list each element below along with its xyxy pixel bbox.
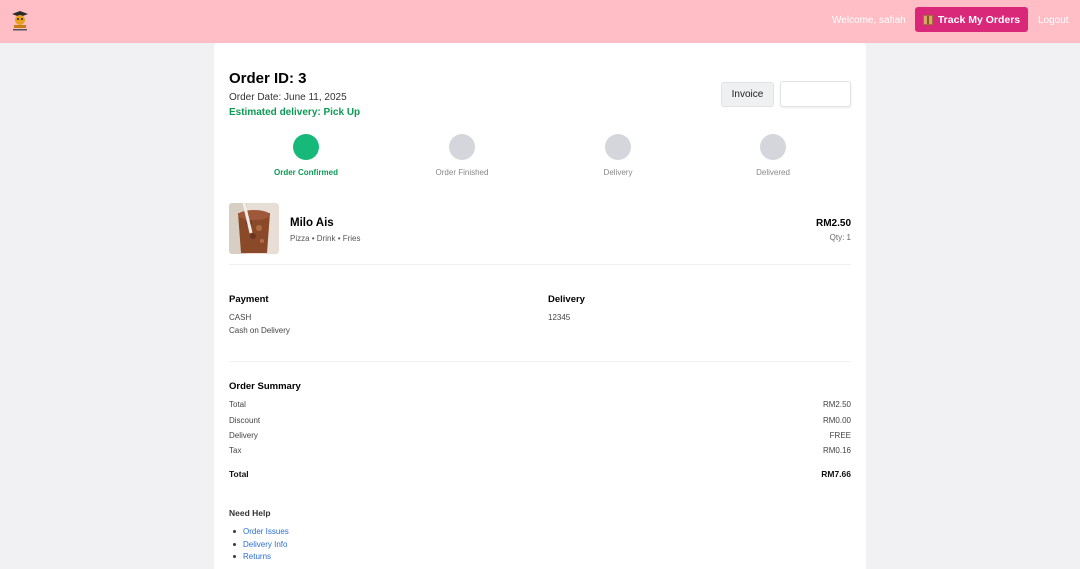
bullet-icon (233, 542, 236, 546)
step-dot-delivered (760, 134, 786, 160)
summary-value: RM0.00 (822, 416, 851, 425)
summary-value: FREE (829, 431, 851, 440)
logout-link[interactable]: Logout (1038, 15, 1069, 26)
summary-label: Delivery (229, 431, 258, 440)
payment-heading: Payment (229, 294, 269, 305)
help-link-returns[interactable]: Returns (233, 550, 289, 563)
step-label-order-finished: Order Finished (435, 168, 489, 177)
secondary-action-button[interactable] (780, 81, 851, 107)
order-detail-card (214, 43, 866, 569)
product-image (229, 203, 279, 254)
box-icon (922, 14, 933, 25)
step-label-order-confirmed: Order Confirmed (273, 168, 338, 177)
need-help-heading: Need Help (229, 508, 271, 518)
help-links-list: Order Issues Delivery Info Returns (233, 525, 289, 563)
top-nav-bar: Welcome, safiah Track My Orders Logout (0, 0, 1080, 43)
divider (229, 361, 851, 362)
summary-value: RM2.50 (822, 400, 851, 409)
help-link-order-issues[interactable]: Order Issues (233, 525, 289, 538)
invoice-button[interactable]: Invoice (721, 82, 774, 107)
estimated-delivery: Estimated delivery: Pick Up (229, 107, 361, 118)
track-my-orders-label: Track My Orders (937, 13, 1021, 26)
summary-label: Tax (229, 446, 242, 455)
order-id-title: Order ID: 3 (229, 70, 307, 87)
payment-detail: Cash on Delivery (229, 326, 290, 335)
bullet-icon (233, 529, 236, 533)
step-label-delivered: Delivered (756, 168, 790, 177)
welcome-text: Welcome, safiah (832, 15, 906, 26)
grand-total-value: RM7.66 (821, 469, 851, 479)
track-my-orders-button[interactable]: Track My Orders (915, 7, 1028, 32)
payment-method: CASH (229, 313, 252, 322)
summary-row-delivery: Delivery FREE (229, 431, 851, 440)
summary-row-discount: Discount RM0.00 (229, 416, 851, 425)
summary-label: Total (229, 400, 246, 409)
item-name: Milo Ais (290, 217, 334, 229)
help-link-label: Returns (243, 552, 272, 562)
order-summary-heading: Order Summary (229, 381, 301, 392)
delivery-value: 12345 (548, 313, 571, 322)
delivery-heading: Delivery (548, 294, 585, 305)
summary-row-total: Total RM2.50 (229, 400, 851, 409)
help-link-delivery-info[interactable]: Delivery Info (233, 538, 289, 551)
summary-row-tax: Tax RM0.16 (229, 446, 851, 455)
step-dot-delivery (605, 134, 631, 160)
help-link-label: Order Issues (243, 526, 289, 536)
item-price: RM2.50 (815, 218, 851, 229)
item-qty: Qty: 1 (829, 233, 851, 242)
step-dot-order-finished (449, 134, 475, 160)
summary-value: RM0.16 (822, 446, 851, 455)
step-dot-order-confirmed (293, 134, 319, 160)
summary-label: Discount (229, 416, 261, 425)
bullet-icon (233, 555, 236, 559)
item-tags: Pizza • Drink • Fries (290, 234, 361, 243)
summary-row-grand-total: Total RM7.66 (229, 469, 851, 479)
grand-total-label: Total (229, 469, 249, 479)
order-date: Order Date: June 11, 2025 (229, 92, 347, 103)
logo-icon[interactable] (12, 11, 28, 31)
help-link-label: Delivery Info (243, 539, 288, 549)
divider (229, 264, 851, 265)
step-label-delivery: Delivery (603, 168, 633, 177)
